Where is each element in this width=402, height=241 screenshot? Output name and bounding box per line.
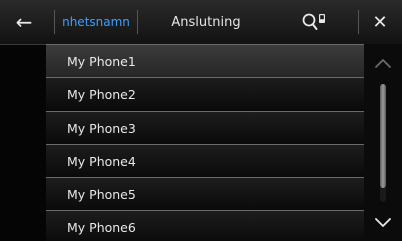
arrow-left-icon: ← — [15, 10, 33, 34]
chevron-down-icon — [375, 218, 391, 227]
header-divider — [137, 10, 138, 34]
search-device-button[interactable] — [298, 9, 330, 35]
device-connection-screen: ← nhetsnamn Anslutning ✕ My Phone1 My Ph… — [0, 0, 402, 241]
device-name: My Phone3 — [67, 120, 136, 136]
tab-connection[interactable]: Anslutning — [150, 8, 262, 36]
search-phone-icon — [302, 13, 325, 30]
scroll-down-button[interactable] — [369, 212, 397, 234]
device-name: My Phone5 — [67, 186, 136, 202]
tab-connection-label: Anslutning — [171, 14, 241, 30]
scroll-thumb[interactable] — [380, 84, 386, 188]
device-list-item[interactable]: My Phone3 — [46, 111, 364, 144]
device-name: My Phone6 — [67, 219, 136, 235]
scroll-track — [380, 84, 386, 202]
close-button[interactable]: ✕ — [364, 8, 396, 36]
scrollbar[interactable] — [364, 44, 402, 241]
device-name: My Phone1 — [67, 53, 136, 69]
header-divider — [358, 10, 359, 34]
tab-device-name[interactable]: nhetsnamn — [58, 8, 134, 36]
device-list-item[interactable]: My Phone5 — [46, 177, 364, 210]
device-name: My Phone4 — [67, 153, 136, 169]
chevron-up-icon — [375, 59, 391, 68]
device-list-item[interactable]: My Phone1 — [46, 44, 364, 77]
device-name: My Phone2 — [67, 86, 136, 102]
device-list-item[interactable]: My Phone4 — [46, 144, 364, 177]
scroll-up-button[interactable] — [369, 52, 397, 74]
header-bar: ← nhetsnamn Anslutning ✕ — [0, 0, 402, 45]
device-list-item[interactable]: My Phone6 — [46, 210, 364, 241]
device-list: My Phone1 My Phone2 My Phone3 My Phone4 … — [46, 44, 364, 241]
tab-device-name-label: nhetsnamn — [62, 15, 130, 29]
header-divider — [54, 10, 55, 34]
close-icon: ✕ — [372, 11, 388, 33]
back-button[interactable]: ← — [6, 8, 42, 36]
device-list-item[interactable]: My Phone2 — [46, 77, 364, 110]
